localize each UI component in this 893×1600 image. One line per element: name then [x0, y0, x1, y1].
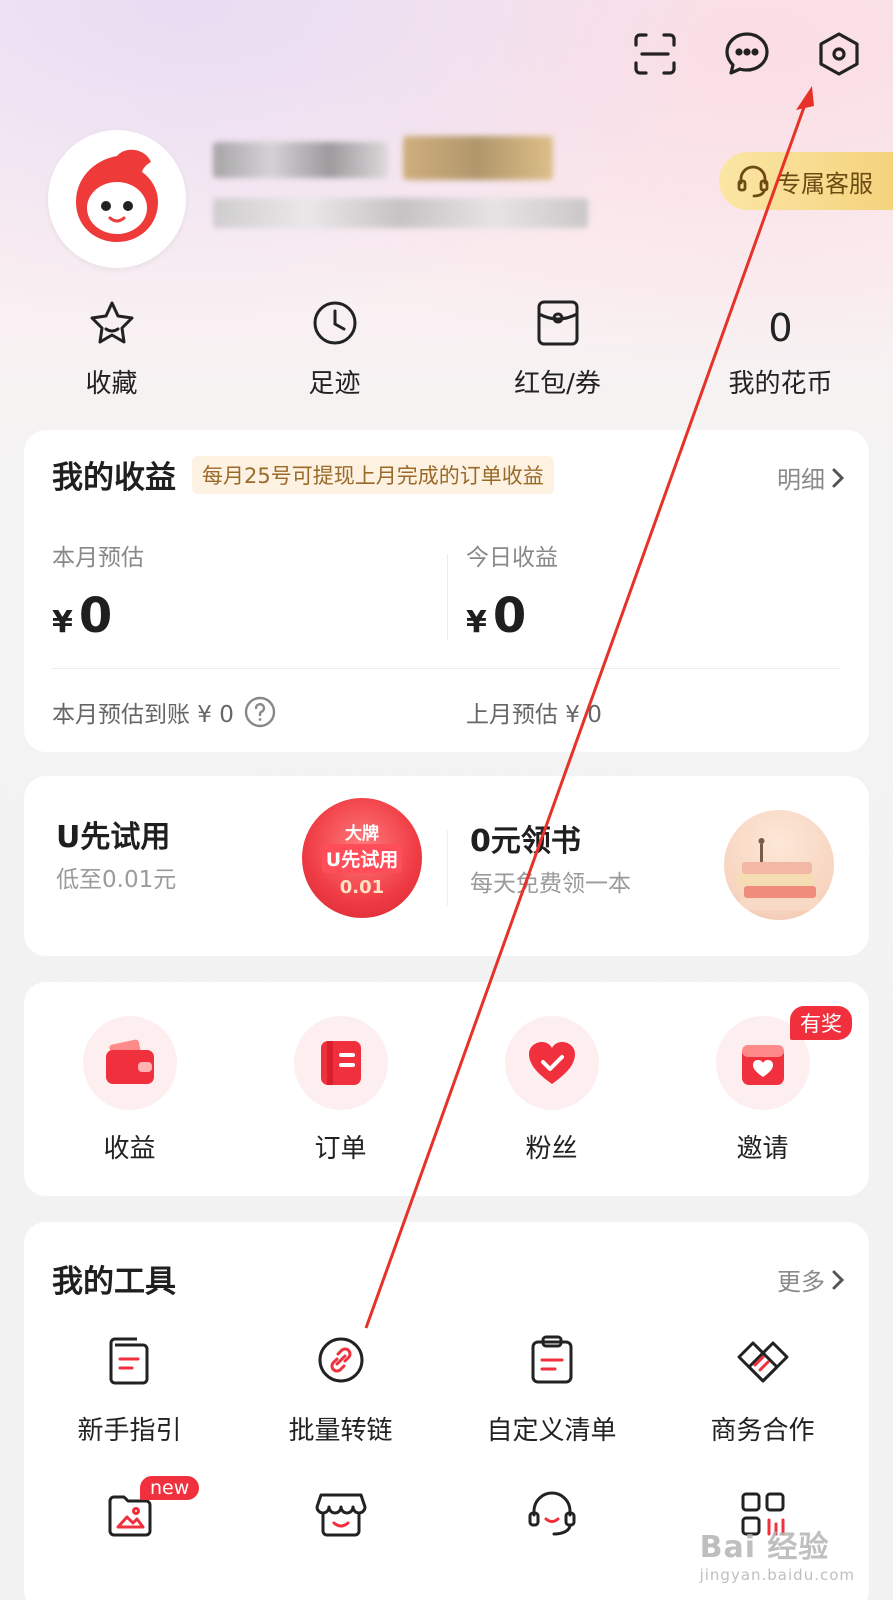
order-icon [293, 1016, 388, 1110]
tools-row: 新手指引 批量转链 自定义清单 商务合作 [24, 1330, 869, 1447]
handshake-icon [735, 1330, 791, 1390]
tool-custom-list[interactable]: 自定义清单 [446, 1330, 657, 1447]
promo-card: U先试用 低至0.01元 大牌 U先试用 0.01 0元领书 每天免费领一本 [24, 776, 869, 956]
entry-earnings[interactable]: 收益 [24, 982, 235, 1196]
entry-grid: 收益 订单 粉丝 有奖 邀请 [24, 982, 869, 1196]
tool-store[interactable] [235, 1484, 446, 1544]
quick-flower-coins[interactable]: 0 我的花币 [669, 293, 892, 400]
prize-badge: 有奖 [790, 1006, 852, 1040]
quick-links: 收藏 足迹 红包/券 0 我的花币 [0, 293, 893, 400]
headset-icon [526, 1484, 578, 1544]
tool-label: 商务合作 [710, 1416, 815, 1446]
month-estimate[interactable]: 本月预估 ¥ 0 [52, 538, 144, 644]
tool-beginner-guide[interactable]: 新手指引 [24, 1330, 235, 1447]
exclusive-service-button[interactable]: 专属客服 [719, 152, 893, 210]
month-arrival-text: 本月预估到账 ¥ 0 [52, 702, 234, 728]
watermark-main: Bai 经验 [699, 1530, 830, 1565]
store-icon [315, 1484, 367, 1544]
entry-fans[interactable]: 粉丝 [446, 982, 657, 1196]
last-month-estimate: 上月预估 ¥ 0 [466, 695, 602, 729]
today-earnings[interactable]: 今日收益 ¥ 0 [466, 538, 558, 644]
promo-book-subtitle: 每天免费领一本 [470, 871, 631, 897]
chevron-right-icon [832, 1270, 845, 1289]
settings-icon[interactable] [813, 28, 865, 80]
flower-coin-value: 0 [768, 306, 793, 350]
tool-label: 批量转链 [288, 1416, 393, 1446]
quick-label: 足迹 [308, 369, 361, 399]
tool-batch-link[interactable]: 批量转链 [235, 1330, 446, 1447]
star-icon [88, 293, 136, 353]
tool-business-cooperation[interactable]: 商务合作 [657, 1330, 868, 1447]
clipboard-icon [529, 1330, 575, 1390]
clock-icon [311, 293, 359, 353]
book-stack-image[interactable] [724, 810, 834, 920]
entry-label: 邀请 [736, 1134, 789, 1164]
message-icon[interactable] [721, 28, 773, 80]
tool-label: 自定义清单 [486, 1416, 617, 1446]
divider [447, 554, 448, 640]
tools-more-link[interactable]: 更多 [777, 1262, 845, 1297]
quick-label: 红包/券 [514, 369, 601, 399]
earnings-tip: 每月25号可提现上月完成的订单收益 [192, 455, 554, 494]
earnings-title: 我的收益 [52, 460, 176, 496]
entry-label: 订单 [314, 1134, 367, 1164]
badge-line: 大牌 [345, 823, 379, 844]
entry-orders[interactable]: 订单 [235, 982, 446, 1196]
guide-icon [107, 1330, 153, 1390]
last-month-text: 上月预估 ¥ 0 [466, 702, 602, 728]
member-tag-blurred [403, 136, 553, 180]
username-blurred [213, 142, 388, 178]
service-label: 专属客服 [777, 169, 873, 198]
divider [447, 830, 448, 906]
today-earnings-label: 今日收益 [466, 545, 558, 571]
detail-label: 明细 [777, 466, 825, 494]
quick-label: 我的花币 [728, 369, 833, 399]
promo-trial-subtitle: 低至0.01元 [56, 867, 177, 893]
month-estimate-label: 本月预估 [52, 545, 144, 571]
promo-book-title[interactable]: 0元领书 [470, 816, 581, 860]
today-earnings-value: 0 [492, 588, 527, 644]
coupon-icon [535, 293, 581, 353]
divider [52, 668, 841, 669]
quick-label: 收藏 [85, 369, 138, 399]
earnings-card: 我的收益 每月25号可提现上月完成的订单收益 明细 本月预估 ¥ 0 今日收益 … [24, 430, 869, 752]
profile-header: 专属客服 [48, 130, 893, 270]
currency-symbol: ¥ [466, 605, 487, 640]
earnings-header: 我的收益 每月25号可提现上月完成的订单收益 [52, 452, 554, 497]
headset-icon [737, 165, 769, 198]
entry-label: 收益 [103, 1134, 156, 1164]
promo-trial-title[interactable]: U先试用 [56, 812, 170, 856]
wallet-icon [82, 1016, 177, 1110]
top-toolbar [629, 28, 865, 80]
help-icon[interactable] [244, 696, 276, 728]
avatar[interactable] [48, 130, 186, 268]
chevron-right-icon [832, 468, 845, 487]
tool-label: 新手指引 [77, 1416, 182, 1446]
user-info-blurred [213, 198, 588, 228]
tool-image[interactable]: new [24, 1476, 235, 1544]
more-label: 更多 [777, 1268, 825, 1296]
watermark-sub: jingyan.baidu.com [699, 1566, 855, 1584]
watermark: Bai 经验 jingyan.baidu.com [700, 1522, 855, 1584]
link-icon [316, 1330, 366, 1390]
currency-symbol: ¥ [52, 605, 73, 640]
quick-history[interactable]: 足迹 [223, 293, 446, 400]
entry-invite[interactable]: 有奖 邀请 [657, 982, 868, 1196]
earnings-detail-link[interactable]: 明细 [777, 460, 845, 495]
trial-badge-image[interactable]: 大牌 U先试用 0.01 [302, 798, 422, 918]
quick-coupons[interactable]: 红包/券 [446, 293, 669, 400]
badge-line: 0.01 [339, 876, 385, 898]
tool-customer-service[interactable] [446, 1484, 657, 1544]
entry-label: 粉丝 [525, 1134, 578, 1164]
badge-line: U先试用 [321, 843, 403, 873]
new-badge: new [140, 1476, 200, 1500]
month-arrival: 本月预估到账 ¥ 0 [52, 695, 276, 729]
tools-title: 我的工具 [52, 1264, 176, 1300]
month-estimate-value: 0 [78, 588, 113, 644]
quick-favorites[interactable]: 收藏 [0, 293, 223, 400]
scan-icon[interactable] [629, 28, 681, 80]
heart-check-icon [504, 1016, 599, 1110]
